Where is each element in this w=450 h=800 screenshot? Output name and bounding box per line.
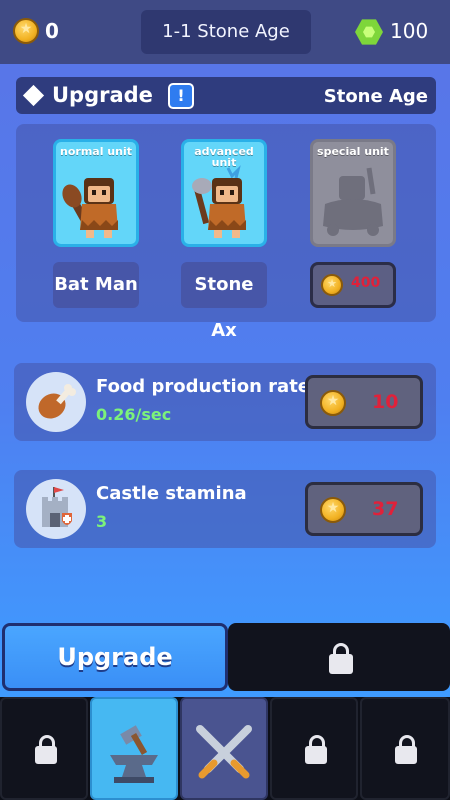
food-production-row: Food production rate 0.26/sec 10: [14, 363, 436, 441]
unit-name-bat-man[interactable]: Bat Man: [53, 262, 139, 308]
crossed-swords-icon: [196, 725, 252, 779]
gold-coin-icon: [13, 18, 39, 44]
unit-card-normal[interactable]: normal unit: [53, 139, 139, 247]
tab-locked[interactable]: [228, 623, 450, 691]
gold-amount: 0: [45, 19, 59, 43]
nav-slot-upgrade[interactable]: [90, 697, 178, 800]
tab-upgrade[interactable]: Upgrade: [2, 623, 228, 691]
drumstick-icon: [26, 372, 86, 432]
anvil-hammer-icon: [110, 725, 158, 783]
diamond-icon: [22, 84, 45, 107]
nav-slot-battle[interactable]: [180, 697, 268, 800]
nav-slot-locked-2[interactable]: [270, 697, 358, 800]
castle-stamina-value: 3: [96, 512, 108, 531]
unit-name-stone-ax[interactable]: Stone Ax: [181, 262, 267, 341]
lock-icon: [395, 735, 417, 764]
caveman-axe-icon: [192, 165, 246, 238]
lock-icon: [329, 643, 353, 674]
unit-card-title: normal unit: [60, 145, 132, 158]
stage-indicator[interactable]: 1-1 Stone Age: [141, 10, 311, 54]
food-production-upgrade-button[interactable]: 10: [305, 375, 423, 429]
top-bar: 0 1-1 Stone Age 100: [0, 0, 450, 64]
unit-card-title: special unit: [317, 145, 389, 158]
castle-stamina-row: Castle stamina 3 37: [14, 470, 436, 548]
nav-slot-locked-3[interactable]: [360, 697, 450, 800]
food-production-title: Food production rate: [96, 376, 311, 397]
nav-slot-locked-1[interactable]: [0, 697, 88, 800]
gold-coin-icon: [320, 497, 346, 523]
castle-stamina-title: Castle stamina: [96, 483, 247, 504]
unit-card-advanced[interactable]: advanced unit: [181, 139, 267, 247]
caveman-club-icon: [62, 178, 118, 238]
special-unit-silhouette-icon: [323, 167, 383, 236]
food-production-price: 10: [372, 391, 399, 413]
lock-icon: [305, 735, 327, 764]
info-button[interactable]: !: [168, 83, 194, 109]
age-label: Stone Age: [323, 86, 428, 107]
special-unit-price-button[interactable]: 400: [310, 262, 396, 308]
unit-card-special[interactable]: special unit: [310, 139, 396, 247]
tab-upgrade-label: Upgrade: [57, 643, 173, 671]
castle-stamina-upgrade-button[interactable]: 37: [305, 482, 423, 536]
gem-amount: 100: [390, 19, 429, 43]
castle-stamina-price: 37: [372, 498, 399, 520]
stage-label: 1-1 Stone Age: [162, 21, 290, 42]
gold-coin-icon: [321, 274, 343, 296]
gem-icon: [355, 19, 383, 45]
gold-coin-icon: [320, 390, 346, 416]
food-production-value: 0.26/sec: [96, 405, 172, 424]
castle-icon: [26, 479, 86, 539]
upgrade-header: Upgrade ! Stone Age: [16, 77, 436, 114]
special-unit-price: 400: [351, 275, 381, 291]
upgrade-title: Upgrade: [52, 83, 153, 107]
lock-icon: [35, 735, 57, 764]
